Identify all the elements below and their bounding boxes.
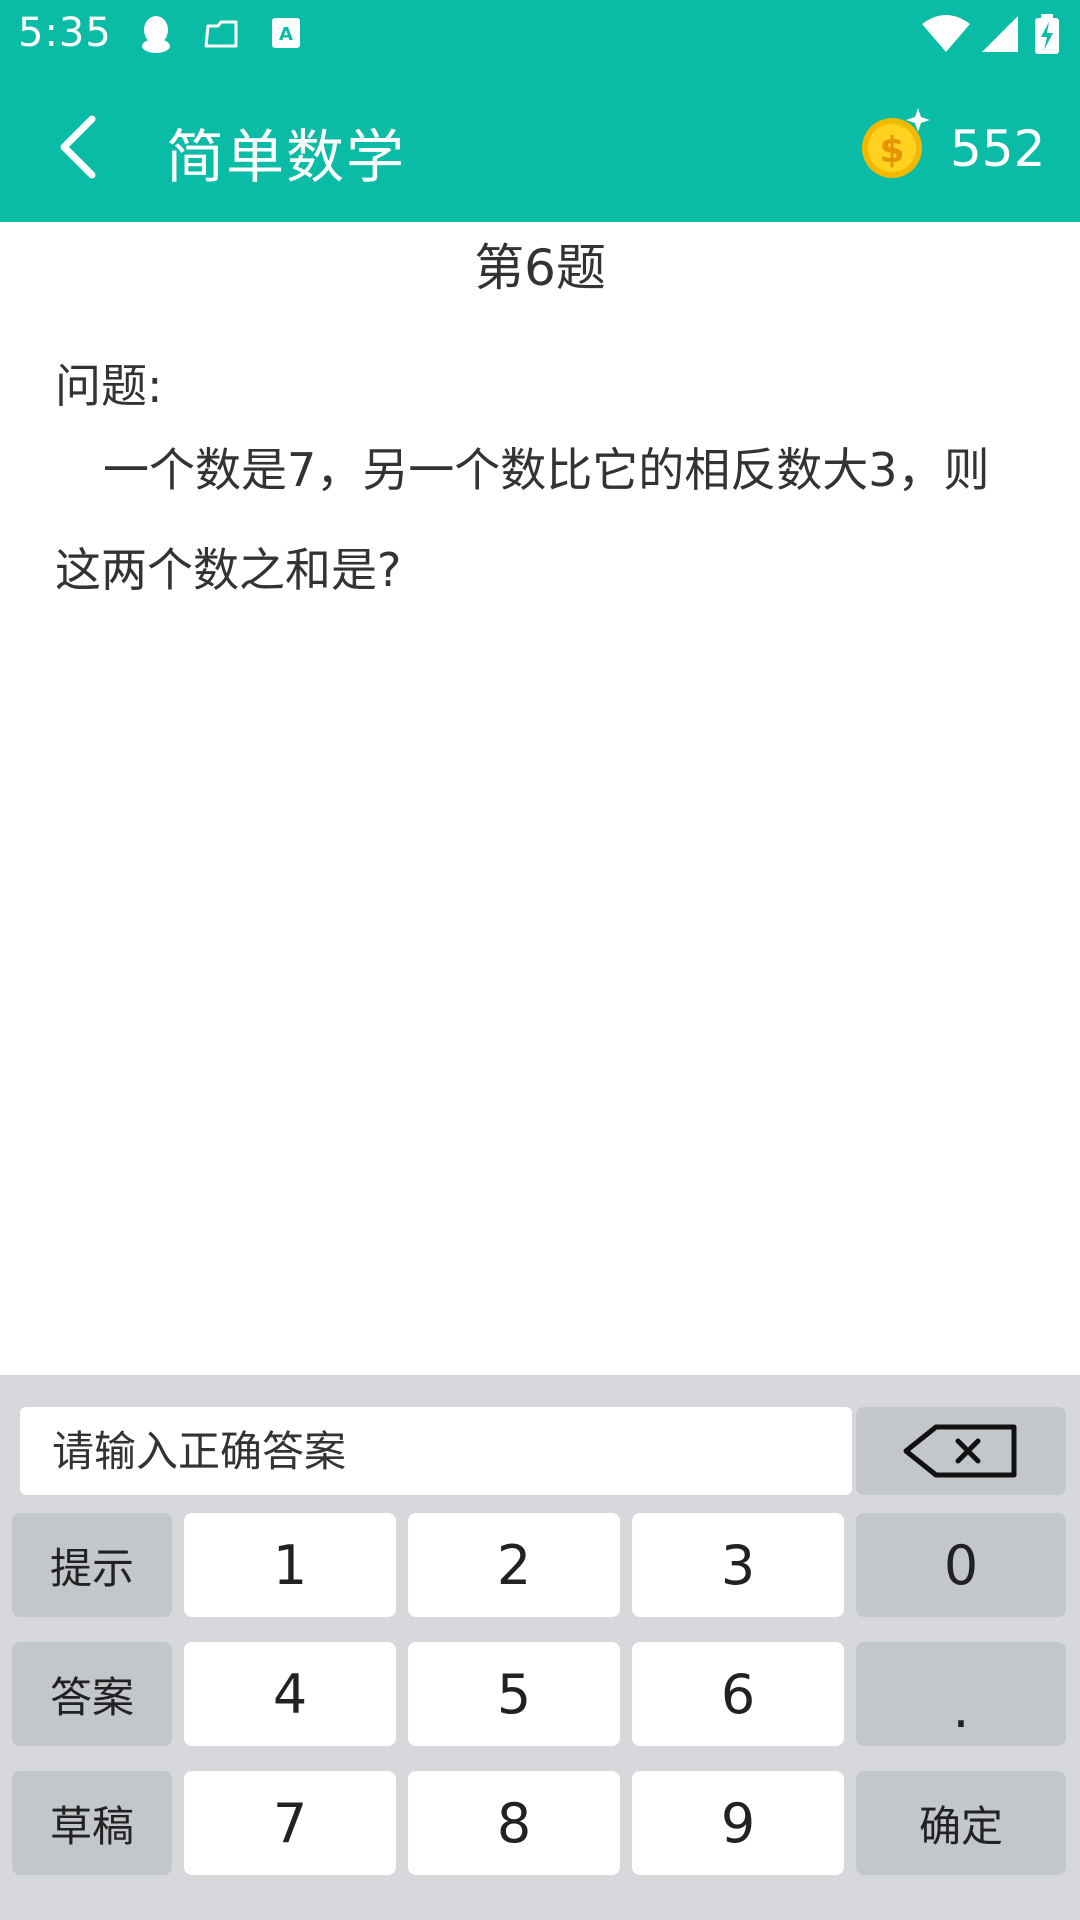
key-5[interactable]: 5 [408, 1642, 620, 1746]
answer-keyboard: 提示 1 2 3 0 答案 4 5 6 . 草稿 7 8 9 确定 [0, 1375, 1080, 1920]
coin-count: 552 [950, 120, 1046, 178]
hint-key[interactable]: 提示 [12, 1513, 172, 1617]
answer-input[interactable] [20, 1407, 852, 1495]
signal-icon [982, 16, 1018, 52]
key-0[interactable]: 0 [856, 1513, 1066, 1617]
backspace-icon [903, 1424, 1017, 1478]
confirm-key[interactable]: 确定 [856, 1771, 1066, 1875]
delete-button[interactable] [856, 1407, 1066, 1495]
question-number: 第6题 [474, 239, 606, 297]
keyboard-a-icon: A [272, 18, 300, 48]
coin-icon: $ [862, 108, 930, 178]
status-time: 5:35 [18, 10, 112, 56]
app-title: 简单数学 [166, 123, 407, 191]
question-label: 问题: [55, 359, 163, 413]
wifi-icon [922, 15, 970, 52]
question-text: 一个数是7，另一个数比它的相反数大3，则这两个数之和是? [55, 443, 990, 597]
key-8[interactable]: 8 [408, 1771, 620, 1875]
key-6[interactable]: 6 [632, 1642, 844, 1746]
dot-key[interactable]: . [856, 1642, 1066, 1746]
back-icon[interactable] [40, 107, 120, 187]
key-7[interactable]: 7 [184, 1771, 396, 1875]
answer-key[interactable]: 答案 [12, 1642, 172, 1746]
key-4[interactable]: 4 [184, 1642, 396, 1746]
qq-icon [142, 16, 170, 53]
key-2[interactable]: 2 [408, 1513, 620, 1617]
key-1[interactable]: 1 [184, 1513, 396, 1617]
key-3[interactable]: 3 [632, 1513, 844, 1617]
svg-text:$: $ [879, 130, 904, 171]
battery-charging-icon [1035, 14, 1059, 54]
draft-key[interactable]: 草稿 [12, 1771, 172, 1875]
app-bar: 简单数学 $ 552 [0, 72, 1080, 222]
key-9[interactable]: 9 [632, 1771, 844, 1875]
svg-text:A: A [279, 24, 293, 45]
folder-icon [204, 20, 238, 48]
status-bar: 5:35 A [0, 0, 1080, 72]
